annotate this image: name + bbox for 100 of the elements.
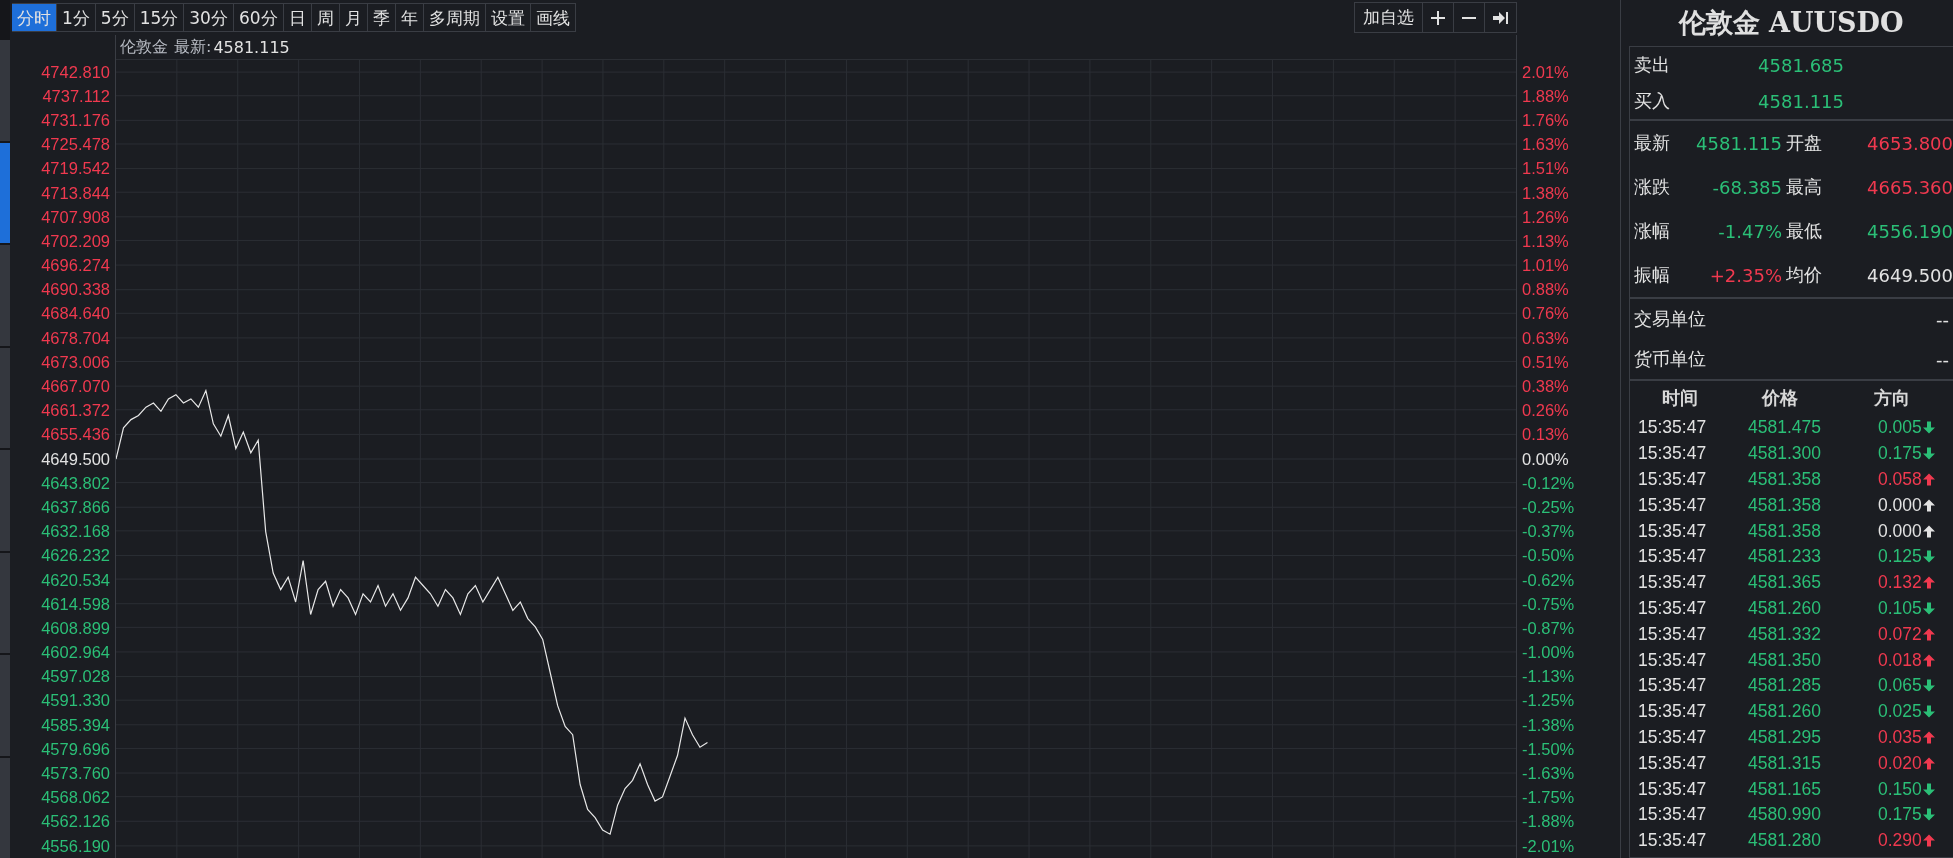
column-header: 方向 — [1872, 386, 1911, 410]
period-tab[interactable]: 15分 — [134, 3, 185, 32]
quote-label: 最低 — [1785, 219, 1823, 243]
trade-price: 4581.295 — [1748, 726, 1822, 748]
quote-value: -1.47% — [1717, 219, 1782, 244]
trade-time: 15:35:47 — [1638, 572, 1708, 594]
quote-value: 4556.190 — [1866, 219, 1953, 244]
price-axis-label: 4637.866 — [41, 497, 110, 517]
trade-time: 15:35:47 — [1638, 443, 1708, 465]
latest-label: 最新: — [174, 36, 212, 58]
period-tab[interactable]: 画线 — [530, 3, 576, 32]
price-axis-label: 4643.802 — [41, 473, 110, 493]
price-axis-label: 4579.696 — [41, 739, 110, 759]
trade-time: 15:35:47 — [1638, 778, 1708, 800]
price-axis-label: 4684.640 — [41, 304, 110, 324]
period-tab[interactable]: 周 — [311, 3, 340, 32]
price-axis-label: 4591.330 — [41, 691, 110, 711]
unit-value: -- — [1936, 348, 1949, 370]
trade-change: 0.005 — [1878, 417, 1922, 439]
period-tab[interactable]: 季 — [367, 3, 396, 32]
quote-value: 4665.360 — [1866, 175, 1953, 200]
price-axis-label: 4690.338 — [41, 280, 110, 300]
period-tab[interactable]: 月 — [339, 3, 368, 32]
quote-label: 涨跌 — [1634, 175, 1671, 199]
trade-time: 15:35:47 — [1638, 494, 1708, 516]
price-axis-label: 4731.176 — [41, 110, 110, 130]
trade-change: 0.150 — [1878, 778, 1922, 800]
price-axis-label: 4568.062 — [41, 788, 110, 808]
period-tab[interactable]: 设置 — [485, 3, 531, 32]
quote-value: 4581.115 — [1757, 90, 1844, 112]
side-tab[interactable] — [0, 245, 10, 346]
period-tab[interactable]: 年 — [395, 3, 424, 32]
side-tab[interactable] — [0, 757, 10, 858]
price-axis-label: 4696.274 — [41, 256, 110, 276]
quote-label: 均价 — [1785, 263, 1823, 287]
price-axis-label: 4620.534 — [41, 570, 110, 590]
price-axis-label: 4713.844 — [41, 183, 110, 203]
period-tab[interactable]: 分时 — [12, 3, 57, 32]
trade-price: 4581.365 — [1748, 572, 1822, 594]
quote-value: 4581.115 — [1695, 131, 1782, 156]
period-tab[interactable]: 30分 — [184, 3, 234, 32]
column-header: 价格 — [1760, 386, 1799, 410]
percent-axis-label: 0.88% — [1522, 280, 1569, 300]
side-tab[interactable] — [0, 655, 10, 756]
unit-value: -- — [1936, 308, 1949, 330]
trade-change: 0.065 — [1878, 675, 1922, 697]
quote-label: 振幅 — [1634, 263, 1671, 287]
percent-axis-label: 1.01% — [1522, 256, 1569, 276]
price-axis-label: 4667.070 — [41, 377, 110, 397]
side-tab[interactable] — [0, 347, 10, 448]
price-axis-label: 4585.394 — [41, 715, 110, 735]
period-tab[interactable]: 1分 — [57, 3, 96, 32]
side-tab[interactable] — [0, 552, 10, 653]
column-header: 时间 — [1661, 386, 1699, 410]
quote-label: 开盘 — [1785, 131, 1823, 155]
trade-time: 15:35:47 — [1638, 830, 1708, 852]
trade-price: 4581.285 — [1748, 675, 1822, 697]
percent-axis-label: -1.88% — [1522, 812, 1575, 832]
trade-time: 15:35:47 — [1638, 675, 1708, 697]
period-tab[interactable]: 多周期 — [423, 3, 486, 32]
trade-time: 15:35:47 — [1638, 546, 1708, 568]
plus-icon — [1431, 10, 1445, 25]
percent-axis-label: -0.62% — [1522, 570, 1575, 590]
percent-axis-label: -1.38% — [1522, 715, 1575, 735]
side-tab[interactable] — [0, 142, 10, 243]
quote-label: 涨幅 — [1634, 219, 1671, 243]
trade-change: 0.058 — [1878, 469, 1922, 490]
period-tab[interactable]: 5分 — [95, 3, 135, 32]
trade-change: 0.035 — [1878, 726, 1922, 748]
price-axis-label: 4562.126 — [41, 812, 110, 832]
period-tab[interactable]: 日 — [283, 3, 312, 32]
period-tab[interactable]: 60分 — [233, 3, 284, 32]
side-tab[interactable] — [0, 450, 10, 551]
percent-axis-label: 1.88% — [1522, 86, 1569, 106]
percent-axis-label: -2.01% — [1522, 836, 1575, 856]
percent-axis-label: -0.87% — [1522, 618, 1575, 638]
trade-price: 4581.260 — [1748, 701, 1822, 723]
latest-price: 4581.115 — [213, 37, 290, 57]
trade-price: 4581.280 — [1748, 830, 1822, 852]
percent-axis-label: -0.12% — [1522, 473, 1575, 493]
trade-change: 0.105 — [1878, 597, 1922, 619]
trade-change: 0.018 — [1878, 649, 1922, 671]
trade-change: 0.000 — [1878, 494, 1922, 516]
trade-time: 15:35:47 — [1638, 469, 1708, 490]
trade-time: 15:35:47 — [1638, 623, 1708, 645]
trade-price: 4581.300 — [1748, 443, 1822, 465]
unit-label: 交易单位 — [1634, 307, 1706, 331]
price-axis-label: 4655.436 — [41, 425, 110, 445]
percent-axis-label: 1.63% — [1522, 135, 1569, 155]
price-axis-label: 4649.500 — [41, 449, 110, 469]
trade-price: 4581.315 — [1748, 752, 1822, 774]
percent-axis-label: 1.26% — [1522, 207, 1569, 227]
trade-price: 4581.358 — [1748, 520, 1822, 542]
trade-time: 15:35:47 — [1638, 752, 1708, 774]
side-tab[interactable] — [0, 40, 10, 141]
trade-price: 4581.260 — [1748, 597, 1822, 619]
percent-axis-label: 0.00% — [1522, 449, 1569, 469]
trade-change: 0.072 — [1878, 623, 1922, 645]
percent-axis-label: 1.76% — [1522, 110, 1569, 130]
instrument-title: 伦敦金 AUUSDO — [1677, 6, 1905, 40]
